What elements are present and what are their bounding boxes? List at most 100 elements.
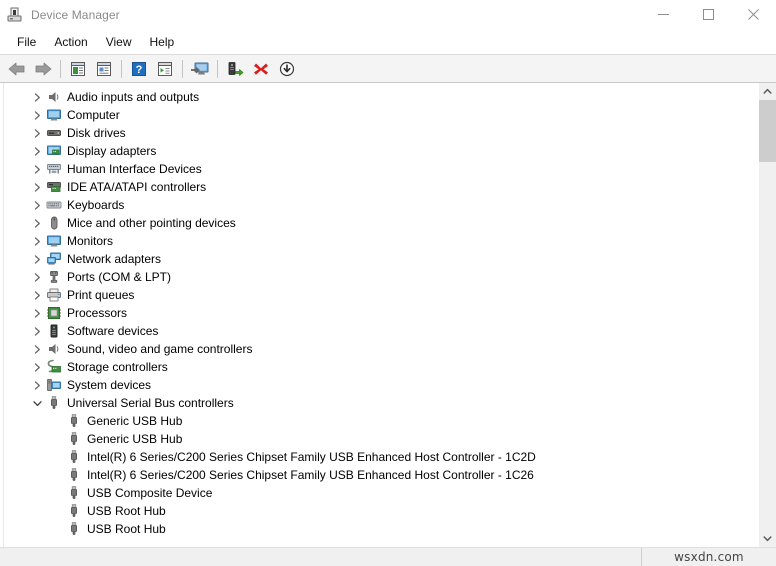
mouse-icon (45, 214, 63, 232)
scrollbar-track-lower[interactable] (759, 162, 776, 530)
tree-item-usb-root-hub-1[interactable]: USB Root Hub (4, 502, 758, 520)
tree-item-audio-inputs-and-outputs[interactable]: Audio inputs and outputs (4, 88, 758, 106)
chevron-right-icon[interactable] (29, 322, 45, 340)
chevron-right-icon[interactable] (29, 214, 45, 232)
tree-item-system-devices[interactable]: System devices (4, 376, 758, 394)
tree-item-intel-usb-host-controller-1c26[interactable]: Intel(R) 6 Series/C200 Series Chipset Fa… (4, 466, 758, 484)
chevron-right-icon[interactable] (29, 106, 45, 124)
chevron-right-icon[interactable] (29, 250, 45, 268)
status-bar: wsxdn.com (0, 547, 776, 566)
console-tree-icon (71, 61, 85, 76)
properties-button[interactable] (91, 57, 117, 81)
disable-device-button[interactable] (274, 57, 300, 81)
chevron-right-icon[interactable] (29, 196, 45, 214)
tree-item-label: Computer (67, 108, 120, 122)
chevron-right-icon[interactable] (29, 142, 45, 160)
maximize-button[interactable] (686, 0, 731, 29)
disk-drive-icon (45, 124, 63, 142)
tree-item-network-adapters[interactable]: Network adapters (4, 250, 758, 268)
device-manager-icon (7, 7, 23, 23)
menu-item-view[interactable]: View (97, 32, 141, 52)
tree-item-software-devices[interactable]: Software devices (4, 322, 758, 340)
tree-item-label: Processors (67, 306, 128, 320)
uninstall-device-button[interactable] (248, 57, 274, 81)
usb-icon (65, 520, 83, 538)
chevron-right-icon[interactable] (29, 358, 45, 376)
forward-button[interactable] (30, 57, 56, 81)
tree-item-label: IDE ATA/ATAPI controllers (67, 180, 207, 194)
chevron-right-icon[interactable] (29, 232, 45, 250)
network-adapter-icon (45, 250, 63, 268)
scroll-down-icon (763, 536, 772, 542)
tree-item-usb-composite-device[interactable]: USB Composite Device (4, 484, 758, 502)
menu-item-action[interactable]: Action (45, 32, 96, 52)
chevron-down-icon[interactable] (29, 394, 45, 412)
tree-item-label: Sound, video and game controllers (67, 342, 253, 356)
processor-chip-icon (45, 304, 63, 322)
port-icon (45, 268, 63, 286)
tree-item-print-queues[interactable]: Print queues (4, 286, 758, 304)
forward-arrow-icon (35, 62, 52, 75)
tree-item-universal-serial-bus-controllers[interactable]: Universal Serial Bus controllers (4, 394, 758, 412)
minimize-button[interactable] (641, 0, 686, 29)
device-manager-window: Device Manager File Action View Help ? A… (0, 0, 776, 566)
chevron-right-icon[interactable] (29, 178, 45, 196)
chevron-right-icon[interactable] (29, 160, 45, 178)
tree-item-label: USB Root Hub (87, 504, 166, 518)
tree-item-intel-usb-host-controller-1c2d[interactable]: Intel(R) 6 Series/C200 Series Chipset Fa… (4, 448, 758, 466)
chevron-right-icon[interactable] (29, 340, 45, 358)
menu-item-help[interactable]: Help (141, 32, 184, 52)
tree-item-label: Intel(R) 6 Series/C200 Series Chipset Fa… (87, 468, 534, 482)
show-hide-console-tree-button[interactable] (65, 57, 91, 81)
tree-item-usb-root-hub-2[interactable]: USB Root Hub (4, 520, 758, 538)
tree-item-label: Ports (COM & LPT) (67, 270, 172, 284)
scrollbar-track[interactable] (759, 100, 776, 530)
scan-for-hardware-changes-button[interactable] (222, 57, 248, 81)
tree-item-label: System devices (67, 378, 152, 392)
chevron-right-icon[interactable] (29, 124, 45, 142)
hid-icon (45, 160, 63, 178)
back-button[interactable] (4, 57, 30, 81)
chevron-right-icon[interactable] (29, 304, 45, 322)
system-device-icon (45, 376, 63, 394)
scrollbar-thumb[interactable] (759, 100, 776, 162)
tree-item-ports-com-and-lpt[interactable]: Ports (COM & LPT) (4, 268, 758, 286)
status-bar-message-area (0, 548, 642, 566)
watermark-text: wsxdn.com (674, 550, 744, 564)
window-controls (641, 0, 776, 29)
tree-item-sound-video-and-game-controllers[interactable]: Sound, video and game controllers (4, 340, 758, 358)
tree-item-processors[interactable]: Processors (4, 304, 758, 322)
tree-item-label: Audio inputs and outputs (67, 90, 200, 104)
tree-item-label: Disk drives (67, 126, 126, 140)
show-hide-action-pane-button[interactable] (152, 57, 178, 81)
content-area: Audio inputs and outputs Computer Disk d… (0, 83, 776, 547)
scroll-down-button[interactable] (759, 530, 776, 547)
chevron-right-icon[interactable] (29, 376, 45, 394)
chevron-right-icon[interactable] (29, 268, 45, 286)
update-driver-button[interactable] (187, 57, 213, 81)
tree-item-generic-usb-hub-2[interactable]: Generic USB Hub (4, 430, 758, 448)
tree-item-generic-usb-hub-1[interactable]: Generic USB Hub (4, 412, 758, 430)
chevron-right-icon[interactable] (29, 286, 45, 304)
tree-item-computer[interactable]: Computer (4, 106, 758, 124)
toolbar-separator-4 (217, 59, 218, 78)
tree-item-mice-and-other-pointing-devices[interactable]: Mice and other pointing devices (4, 214, 758, 232)
vertical-scrollbar[interactable] (758, 83, 776, 547)
speaker-icon (45, 340, 63, 358)
chevron-right-icon[interactable] (29, 88, 45, 106)
tree-item-display-adapters[interactable]: Display adapters (4, 142, 758, 160)
tree-item-keyboards[interactable]: Keyboards (4, 196, 758, 214)
tree-item-disk-drives[interactable]: Disk drives (4, 124, 758, 142)
tree-item-ide-ata-atapi-controllers[interactable]: IDE ATA/ATAPI controllers (4, 178, 758, 196)
tree-item-storage-controllers[interactable]: Storage controllers (4, 358, 758, 376)
scroll-up-button[interactable] (759, 83, 776, 100)
help-button[interactable]: ? (126, 57, 152, 81)
close-button[interactable] (731, 0, 776, 29)
tree-item-human-interface-devices[interactable]: Human Interface Devices (4, 160, 758, 178)
window-title: Device Manager (31, 7, 120, 22)
tree-item-monitors[interactable]: Monitors (4, 232, 758, 250)
tree-item-label: Monitors (67, 234, 114, 248)
keyboard-icon (45, 196, 63, 214)
device-tree[interactable]: Audio inputs and outputs Computer Disk d… (4, 83, 758, 547)
menu-item-file[interactable]: File (8, 32, 45, 52)
